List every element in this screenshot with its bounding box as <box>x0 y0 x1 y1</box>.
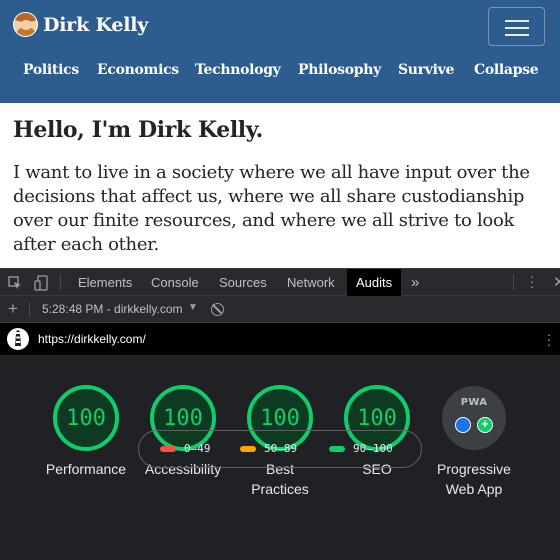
gauge-label: Performance <box>45 461 127 477</box>
legend-swatch-orange <box>240 445 256 452</box>
score-legend: 0–49 50–89 90–100 <box>138 430 422 468</box>
hamburger-menu-button[interactable] <box>488 7 545 46</box>
tab-network[interactable]: Network <box>287 269 335 296</box>
installable-plus-icon: + <box>477 417 493 433</box>
tab-elements[interactable]: Elements <box>78 269 132 296</box>
new-audit-plus-icon[interactable]: + <box>8 299 18 319</box>
nav-link-collapse[interactable]: Collapse <box>474 62 539 78</box>
lighthouse-logo-icon <box>7 328 29 350</box>
chevron-down-icon[interactable]: ▼ <box>188 302 198 313</box>
avatar <box>13 12 38 37</box>
tab-sources[interactable]: Sources <box>219 269 267 296</box>
legend-range: 90–100 <box>353 442 393 455</box>
brand-name: Dirk Kelly <box>43 13 149 36</box>
nav-link-survive[interactable]: Survive <box>398 62 454 78</box>
gauge-pwa[interactable]: PWA + Progressive Web App <box>419 385 529 499</box>
pwa-badge-icon: PWA + <box>442 386 506 450</box>
brand-link[interactable]: Dirk Kelly <box>13 12 148 37</box>
score-ring: 100 <box>53 385 119 451</box>
main-nav: Politics Economics Technology Philosophy… <box>0 62 560 82</box>
page-content: Hello, I'm Dirk Kelly. I want to live in… <box>0 103 560 268</box>
legend-swatch-red <box>160 445 176 452</box>
legend-item-fail: 0–49 <box>160 442 211 455</box>
site-header: Dirk Kelly Politics Economics Technology… <box>0 0 560 103</box>
device-toolbar-icon[interactable] <box>34 275 48 291</box>
tab-console[interactable]: Console <box>151 269 199 296</box>
clear-all-icon[interactable] <box>211 303 224 316</box>
score-value: 100 <box>357 405 397 431</box>
nav-link-philosophy[interactable]: Philosophy <box>298 62 381 78</box>
score-value: 100 <box>66 405 106 431</box>
score-value: 100 <box>260 405 300 431</box>
pwa-badge-text: PWA <box>460 397 488 408</box>
devtools-menu-icon[interactable]: · · · <box>529 269 535 293</box>
legend-swatch-green <box>329 445 345 452</box>
tab-audits[interactable]: Audits <box>347 269 402 296</box>
intro-paragraph: I want to live in a society where we all… <box>13 162 530 255</box>
gauge-performance[interactable]: 100 Performance <box>31 385 141 479</box>
score-value: 100 <box>163 405 203 431</box>
nav-link-politics[interactable]: Politics <box>23 62 79 78</box>
page-heading: Hello, I'm Dirk Kelly. <box>13 117 263 143</box>
audited-url[interactable]: https://dirkkelly.com/ <box>38 332 146 346</box>
devtools-panel: Elements Console Sources Network Audits … <box>0 268 560 560</box>
report-menu-icon[interactable]: · · · <box>546 327 552 351</box>
devtools-tabbar: Elements Console Sources Network Audits … <box>0 268 560 296</box>
legend-item-pass: 90–100 <box>329 442 393 455</box>
legend-range: 50–89 <box>264 442 298 455</box>
nav-link-economics[interactable]: Economics <box>97 62 179 78</box>
close-devtools-icon[interactable]: ✕ <box>553 273 560 291</box>
gauge-label: Progressive Web App <box>437 461 511 497</box>
nav-link-technology[interactable]: Technology <box>195 62 281 78</box>
report-selector[interactable]: 5:28:48 PM - dirkkelly.com <box>42 302 183 316</box>
legend-range: 0–49 <box>184 442 211 455</box>
legend-item-average: 50–89 <box>240 442 297 455</box>
inspect-element-icon[interactable] <box>8 276 22 290</box>
fast-reliable-icon <box>455 417 471 433</box>
report-url-bar: https://dirkkelly.com/ · · · <box>0 323 560 355</box>
audits-toolbar: + 5:28:48 PM - dirkkelly.com ▼ <box>0 296 560 323</box>
more-tabs-icon[interactable]: » <box>411 269 419 296</box>
